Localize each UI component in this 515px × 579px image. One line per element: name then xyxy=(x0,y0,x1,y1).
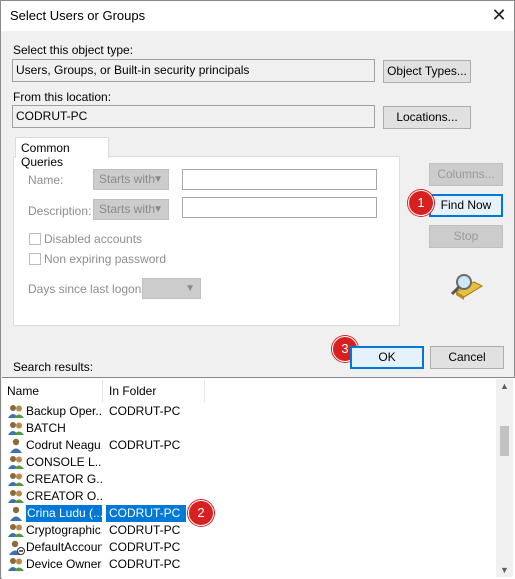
row-name: CREATOR G... xyxy=(26,472,102,486)
scrollbar-thumb[interactable] xyxy=(500,426,509,456)
chevron-down-icon: ▼ xyxy=(153,174,163,185)
ok-button[interactable]: OK xyxy=(350,346,424,369)
row-name: DefaultAccount xyxy=(26,540,102,554)
description-mode-select[interactable]: Starts with ▼ xyxy=(93,199,169,220)
object-type-label-text: Select this object type: xyxy=(13,43,134,57)
scroll-down-icon[interactable]: ▼ xyxy=(496,565,513,575)
days-since-logon-select[interactable]: ▼ xyxy=(142,278,201,299)
stop-button[interactable]: Stop xyxy=(429,225,503,248)
group-icon xyxy=(8,472,25,487)
column-header-in-folder[interactable]: In Folder xyxy=(104,380,205,402)
columns-button[interactable]: Columns... xyxy=(429,163,503,186)
locations-button[interactable]: Locations... xyxy=(383,106,471,129)
non-expiring-password-label: Non expiring password xyxy=(44,252,167,266)
row-name: Backup Oper... xyxy=(26,404,102,418)
row-folder: CODRUT-PC xyxy=(109,540,181,554)
user-disabled-icon xyxy=(8,540,25,555)
search-results-label: Search results: xyxy=(13,360,94,374)
days-since-logon-label: Days since last logon: xyxy=(28,282,145,296)
window-title: Select Users or Groups xyxy=(10,8,146,23)
location-label-text: From this location: xyxy=(13,90,112,104)
group-icon xyxy=(8,489,25,504)
table-row[interactable]: Cryptographic... CODRUT-PC xyxy=(6,522,496,539)
description-input[interactable] xyxy=(182,197,377,218)
row-folder: CODRUT-PC xyxy=(109,557,181,571)
chevron-down-icon: ▼ xyxy=(185,283,195,294)
title-bar: Select Users or Groups ✕ xyxy=(1,1,514,31)
row-name: Crina Ludu (... xyxy=(26,505,102,522)
object-type-field: Users, Groups, or Built-in security prin… xyxy=(12,59,375,82)
table-row[interactable]: Backup Oper... CODRUT-PC xyxy=(6,403,496,420)
group-icon xyxy=(8,455,25,470)
find-now-button[interactable]: Find Now xyxy=(429,194,503,217)
group-icon xyxy=(8,421,25,436)
object-type-label: Select this object type: xyxy=(13,43,133,57)
row-name: Codrut Neagu... xyxy=(26,438,102,452)
select-users-dialog: Select Users or Groups ✕ Select this obj… xyxy=(0,0,515,579)
table-row[interactable]: Device Owners CODRUT-PC xyxy=(6,556,496,573)
table-row[interactable]: CREATOR G... xyxy=(6,471,496,488)
vertical-scrollbar[interactable]: ▲ ▼ xyxy=(496,379,513,577)
group-icon xyxy=(8,523,25,538)
group-icon xyxy=(8,557,25,572)
table-row[interactable]: DefaultAccount CODRUT-PC xyxy=(6,539,496,556)
name-mode-value: Starts with xyxy=(99,172,156,186)
name-label: Name: xyxy=(28,173,64,187)
row-name: Device Owners xyxy=(26,557,102,571)
table-row[interactable]: Crina Ludu (... CODRUT-PC xyxy=(6,505,496,522)
table-row[interactable]: CONSOLE L... xyxy=(6,454,496,471)
non-expiring-password-checkbox[interactable] xyxy=(29,253,41,265)
description-mode-value: Starts with xyxy=(99,202,156,216)
step-badge-1: 1 xyxy=(408,190,434,216)
row-name: Cryptographic... xyxy=(26,523,102,537)
table-row[interactable]: CREATOR O... xyxy=(6,488,496,505)
row-name: CREATOR O... xyxy=(26,489,102,503)
chevron-down-icon: ▼ xyxy=(153,204,163,215)
close-icon[interactable]: ✕ xyxy=(485,2,513,29)
search-magnifier-icon xyxy=(450,272,484,302)
group-icon xyxy=(8,404,25,419)
search-results-list[interactable]: Name In Folder Backup Oper... CODRUT-PC BA… xyxy=(2,377,515,579)
table-row[interactable]: BATCH xyxy=(6,420,496,437)
row-folder: CODRUT-PC xyxy=(109,438,181,452)
user-icon xyxy=(8,438,25,453)
row-folder: CODRUT-PC xyxy=(106,505,187,522)
user-icon xyxy=(8,506,25,521)
column-header-name[interactable]: Name xyxy=(2,380,103,402)
object-types-button[interactable]: Object Types... xyxy=(383,60,471,83)
description-label: Description: xyxy=(28,204,92,218)
row-name: BATCH xyxy=(26,421,66,435)
row-folder: CODRUT-PC xyxy=(109,404,181,418)
table-row[interactable]: Codrut Neagu... CODRUT-PC xyxy=(6,437,496,454)
location-label: From this location: xyxy=(13,90,111,104)
row-name: CONSOLE L... xyxy=(26,455,102,469)
step-badge-2: 2 xyxy=(188,500,214,526)
row-folder: CODRUT-PC xyxy=(109,523,181,537)
name-mode-select[interactable]: Starts with ▼ xyxy=(93,169,169,190)
location-field: CODRUT-PC xyxy=(12,105,375,128)
name-input[interactable] xyxy=(182,169,377,190)
disabled-accounts-label: Disabled accounts xyxy=(44,232,143,246)
cancel-button[interactable]: Cancel xyxy=(430,346,504,369)
tab-common-queries[interactable]: Common Queries xyxy=(15,137,109,169)
disabled-accounts-checkbox[interactable] xyxy=(29,233,41,245)
scroll-up-icon[interactable]: ▲ xyxy=(496,381,513,391)
